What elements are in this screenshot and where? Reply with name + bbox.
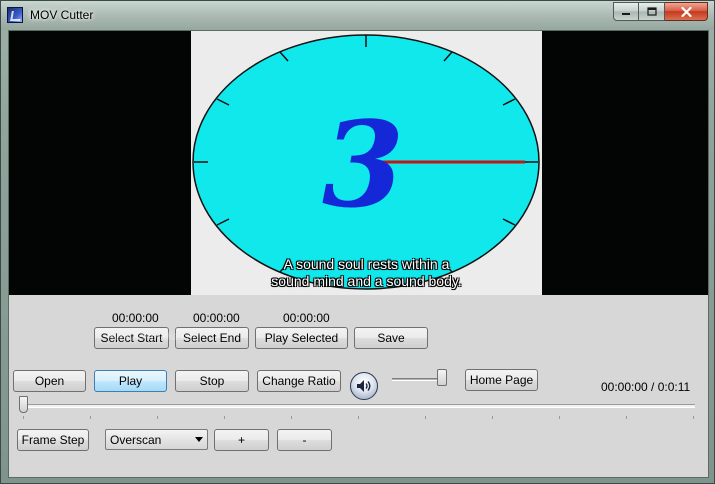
chevron-down-icon (195, 437, 203, 442)
countdown-digit: 3 (322, 95, 404, 234)
subtitle-line-2: sound mind and a sound body. (271, 273, 462, 289)
home-page-button[interactable]: Home Page (465, 369, 538, 391)
seek-tick (291, 416, 292, 419)
time-readout: 00:00:00 / 0:0:11 (601, 380, 691, 394)
title-bar[interactable]: MOV Cutter (1, 1, 714, 30)
volume-button[interactable] (350, 372, 378, 400)
minimize-button[interactable] (613, 2, 639, 21)
caption-buttons (613, 2, 708, 21)
seek-tick (626, 416, 627, 419)
play-button[interactable]: Play (94, 370, 167, 392)
seek-tick (425, 416, 426, 419)
window-title: MOV Cutter (30, 8, 94, 22)
frame-step-button[interactable]: Frame Step (17, 429, 89, 451)
zoom-mode-value: Overscan (110, 432, 162, 447)
close-icon (680, 6, 692, 17)
select-end-button[interactable]: Select End (175, 327, 249, 349)
seek-tick (693, 416, 694, 419)
app-window: MOV Cutter 3 A sound soul rests within a… (0, 0, 715, 484)
minimize-icon (622, 12, 630, 15)
subtitle-line-1: A sound soul rests within a (283, 256, 450, 272)
maximize-icon (646, 7, 657, 16)
selected-time-label: 00:00:00 (283, 311, 330, 325)
seek-tick (157, 416, 158, 419)
save-button[interactable]: Save (354, 327, 428, 349)
change-ratio-button[interactable]: Change Ratio (257, 370, 341, 392)
seek-tick (224, 416, 225, 419)
maximize-button[interactable] (639, 2, 665, 21)
speaker-icon (357, 380, 371, 392)
seek-slider-track[interactable] (21, 404, 695, 408)
play-selected-button[interactable]: Play Selected (255, 327, 348, 349)
seek-tick (492, 416, 493, 419)
client-area: 3 A sound soul rests within a sound mind… (8, 30, 709, 478)
seek-tick (559, 416, 560, 419)
video-display[interactable]: 3 A sound soul rests within a sound mind… (9, 31, 708, 295)
open-button[interactable]: Open (13, 370, 86, 392)
seek-tick (90, 416, 91, 419)
zoom-out-button[interactable]: - (277, 429, 332, 451)
seek-slider-thumb[interactable] (19, 396, 28, 413)
seek-tick (23, 416, 24, 419)
close-button[interactable] (665, 2, 708, 21)
stop-button[interactable]: Stop (175, 370, 249, 392)
end-time-label: 00:00:00 (193, 311, 240, 325)
controls-panel: 00:00:00 00:00:00 00:00:00 Select Start … (9, 295, 708, 477)
zoom-mode-select[interactable]: Overscan (105, 429, 208, 450)
zoom-in-button[interactable]: + (214, 429, 269, 451)
select-start-button[interactable]: Select Start (94, 327, 169, 349)
start-time-label: 00:00:00 (112, 311, 159, 325)
volume-slider-thumb[interactable] (437, 369, 447, 386)
app-logo-icon (7, 7, 23, 23)
seek-tick (358, 416, 359, 419)
